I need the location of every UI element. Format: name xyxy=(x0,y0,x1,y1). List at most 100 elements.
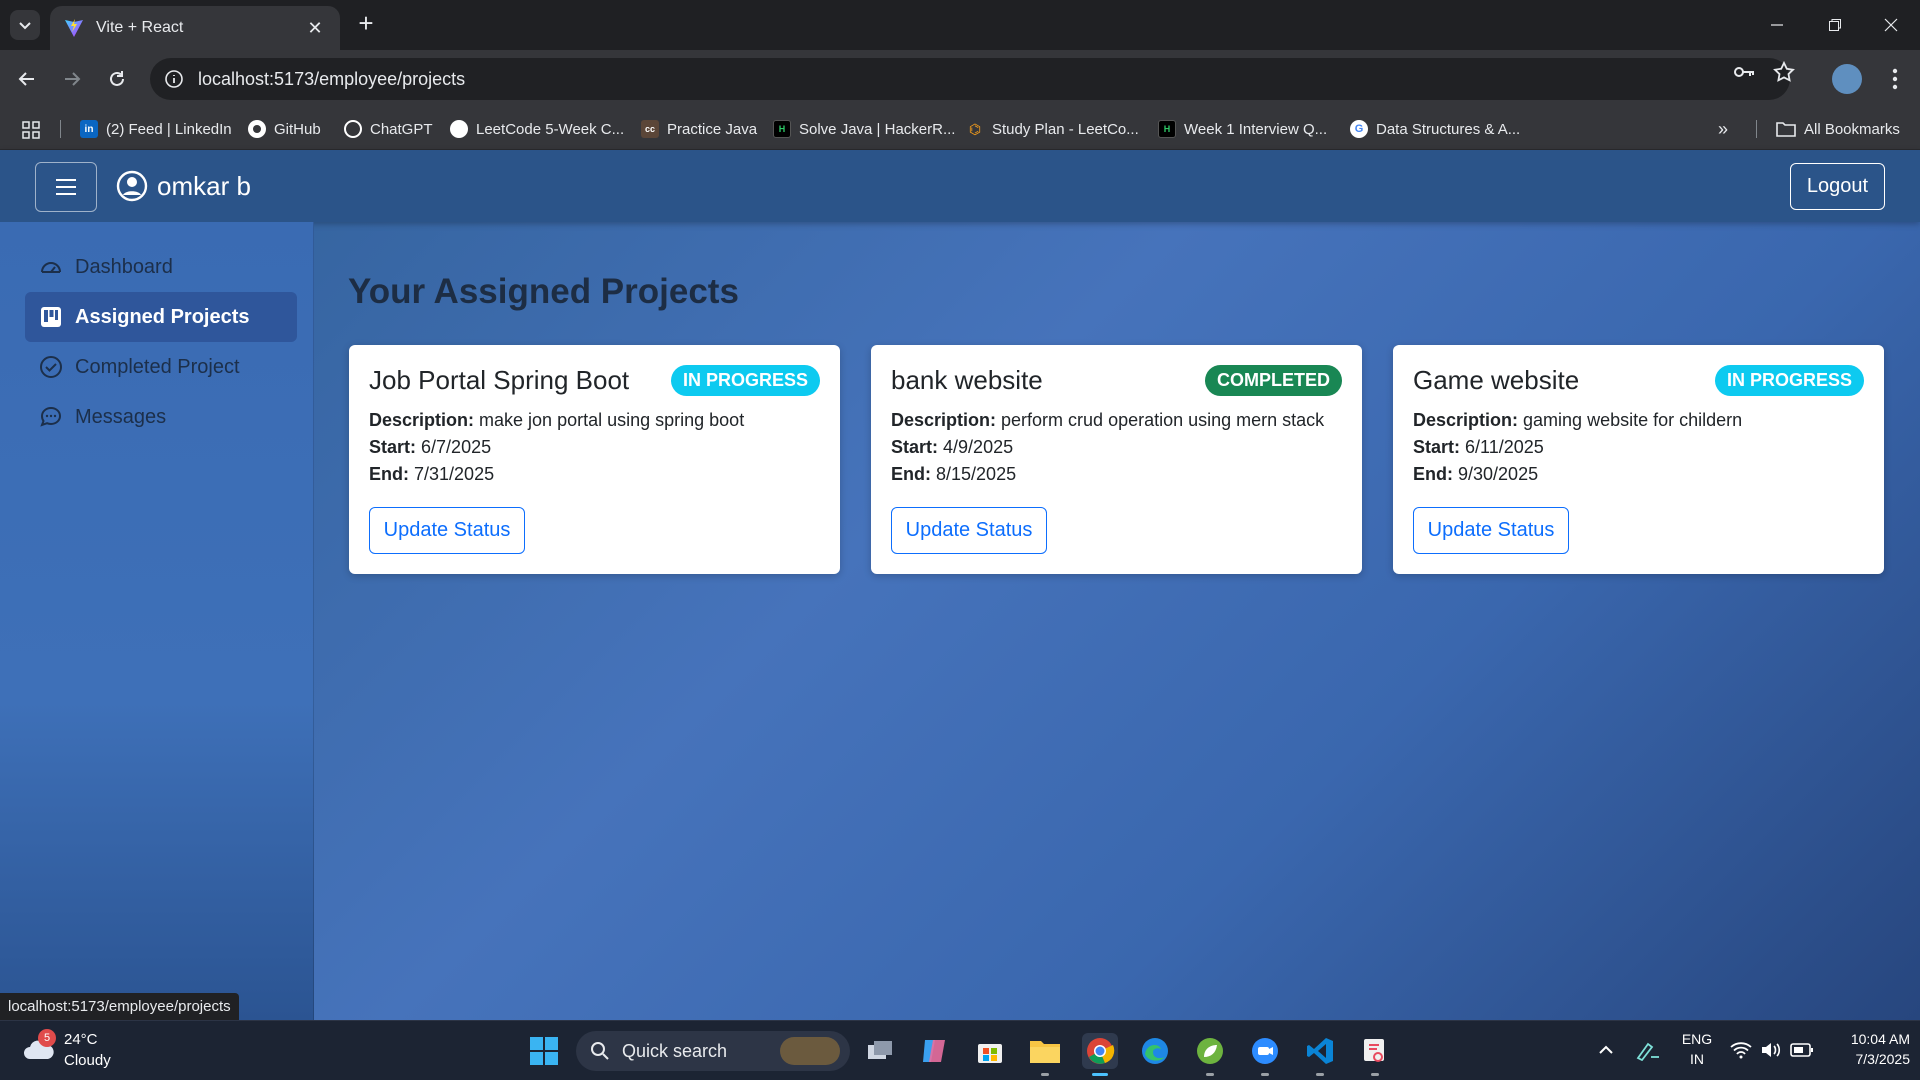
bookmark-dsa[interactable]: G Data Structures & A... xyxy=(1350,118,1520,140)
start-value: 6/11/2025 xyxy=(1465,437,1544,457)
start-label: Start: xyxy=(369,437,417,457)
bookmark-label: (2) Feed | LinkedIn xyxy=(106,120,232,138)
project-description: Description: perform crud operation usin… xyxy=(891,410,1324,431)
menu-toggle-button[interactable] xyxy=(35,162,97,212)
profile-avatar[interactable] xyxy=(1832,64,1862,94)
pen-input-icon[interactable] xyxy=(1635,1039,1661,1061)
minimize-button[interactable] xyxy=(1748,0,1806,50)
update-status-button[interactable]: Update Status xyxy=(891,507,1047,554)
linkedin-icon: in xyxy=(80,120,98,138)
chat-icon xyxy=(40,406,62,427)
chevron-down-icon xyxy=(19,22,31,30)
file-explorer-button[interactable] xyxy=(1027,1033,1063,1069)
bookmark-practice-java[interactable]: cc Practice Java xyxy=(641,118,757,140)
divider xyxy=(60,120,61,138)
project-start: Start: 4/9/2025 xyxy=(891,437,1013,458)
wifi-icon[interactable] xyxy=(1730,1041,1752,1059)
menu-dots-icon[interactable] xyxy=(1880,64,1910,94)
clock-time[interactable]: 10:04 AM xyxy=(1826,1031,1910,1047)
bookmark-week1[interactable]: H Week 1 Interview Q... xyxy=(1158,118,1327,140)
tab-close-icon[interactable]: ✕ xyxy=(304,18,326,39)
bookmark-leetcode[interactable]: LeetCode 5-Week C... xyxy=(450,118,624,140)
sidebar-item-label: Dashboard xyxy=(75,255,173,278)
clock-date[interactable]: 7/3/2025 xyxy=(1826,1051,1911,1067)
logout-button[interactable]: Logout xyxy=(1790,163,1885,210)
description-value: perform crud operation using mern stack xyxy=(1001,410,1325,430)
forward-button[interactable] xyxy=(57,64,87,94)
bookmark-label: Solve Java | HackerR... xyxy=(799,120,956,138)
bookmark-study-plan[interactable]: ⌬ Study Plan - LeetCo... xyxy=(966,118,1139,140)
close-window-button[interactable] xyxy=(1862,0,1920,50)
app-header: omkar b Logout xyxy=(0,150,1920,222)
language-bottom[interactable]: IN xyxy=(1680,1051,1714,1067)
end-value: 9/30/2025 xyxy=(1458,464,1539,484)
link-status-bubble: localhost:5173/employee/projects xyxy=(0,993,239,1020)
tab-strip: Vite + React ✕ + xyxy=(0,0,1920,50)
app-viewport: omkar b Logout Dashboard Assigned Projec… xyxy=(0,150,1920,1020)
description-label: Description: xyxy=(1413,410,1519,430)
sidebar-item-label: Completed Project xyxy=(75,355,240,378)
spring-tool-button[interactable] xyxy=(1192,1033,1228,1069)
description-value: make jon portal using spring boot xyxy=(479,410,745,430)
vscode-button[interactable] xyxy=(1302,1033,1338,1069)
edge-button[interactable] xyxy=(1137,1033,1173,1069)
tab-search-button[interactable] xyxy=(10,10,40,40)
zoom-button[interactable] xyxy=(1247,1033,1283,1069)
leetcode-icon: ⌬ xyxy=(968,120,982,137)
site-info-icon[interactable] xyxy=(164,69,184,89)
project-title: Job Portal Spring Boot xyxy=(369,365,630,395)
tab-title: Vite + React xyxy=(96,19,184,36)
divider xyxy=(1756,120,1757,138)
vscode-icon xyxy=(1307,1038,1333,1064)
task-view-button[interactable] xyxy=(862,1033,898,1069)
sidebar-item-dashboard[interactable]: Dashboard xyxy=(25,242,297,292)
chrome-taskbar-button[interactable] xyxy=(1082,1033,1118,1069)
start-button[interactable] xyxy=(526,1033,562,1069)
sidebar-item-assigned-projects[interactable]: Assigned Projects xyxy=(25,292,297,342)
url-text: localhost:5173/employee/projects xyxy=(198,68,466,89)
password-key-icon[interactable] xyxy=(1732,60,1756,84)
page-title: Your Assigned Projects xyxy=(348,272,739,311)
bookmark-chatgpt[interactable]: ChatGPT xyxy=(344,118,433,140)
running-indicator xyxy=(1316,1073,1324,1076)
address-bar[interactable]: localhost:5173/employee/projects xyxy=(150,58,1790,100)
active-indicator xyxy=(1092,1073,1108,1076)
update-status-button[interactable]: Update Status xyxy=(1413,507,1569,554)
bookmark-hackerrank[interactable]: H Solve Java | HackerR... xyxy=(773,118,955,140)
sidebar-item-completed-project[interactable]: Completed Project xyxy=(25,342,297,392)
arrow-right-icon xyxy=(65,72,81,86)
hackerrank-icon: H xyxy=(1158,120,1176,138)
chevron-up-icon[interactable] xyxy=(1598,1043,1614,1057)
reload-icon xyxy=(110,71,124,86)
update-status-button[interactable]: Update Status xyxy=(369,507,525,554)
restore-button[interactable] xyxy=(1806,0,1864,50)
bookmark-star-icon[interactable] xyxy=(1772,60,1796,84)
store-button[interactable] xyxy=(972,1033,1008,1069)
end-label: End: xyxy=(1413,464,1453,484)
all-bookmarks[interactable]: All Bookmarks xyxy=(1776,118,1900,140)
back-button[interactable] xyxy=(12,64,42,94)
battery-icon[interactable] xyxy=(1790,1042,1814,1058)
bookmark-linkedin[interactable]: in (2) Feed | LinkedIn xyxy=(80,118,232,140)
end-label: End: xyxy=(369,464,409,484)
new-tab-button[interactable]: + xyxy=(352,10,380,38)
start-label: Start: xyxy=(891,437,939,457)
google-icon: G xyxy=(1350,120,1368,138)
bookmark-label: LeetCode 5-Week C... xyxy=(476,120,625,138)
reload-button[interactable] xyxy=(102,64,132,94)
taskbar-search[interactable]: Quick search xyxy=(576,1031,850,1071)
volume-icon[interactable] xyxy=(1760,1041,1782,1059)
bookmarks-overflow-icon[interactable]: » xyxy=(1718,118,1728,140)
bookmark-label: Study Plan - LeetCo... xyxy=(992,120,1139,138)
apps-grid-icon[interactable] xyxy=(22,121,40,139)
snipping-tool-button[interactable] xyxy=(1357,1033,1393,1069)
browser-tab[interactable]: Vite + React ✕ xyxy=(50,6,340,50)
sidebar-item-messages[interactable]: Messages xyxy=(25,392,297,442)
status-badge: IN PROGRESS xyxy=(670,365,820,396)
project-start: Start: 6/7/2025 xyxy=(369,437,491,458)
close-icon xyxy=(1884,18,1898,32)
language-top[interactable]: ENG xyxy=(1680,1031,1714,1047)
windows-icon xyxy=(530,1037,558,1065)
copilot-button[interactable] xyxy=(916,1033,952,1069)
bookmark-github[interactable]: GitHub xyxy=(248,118,321,140)
